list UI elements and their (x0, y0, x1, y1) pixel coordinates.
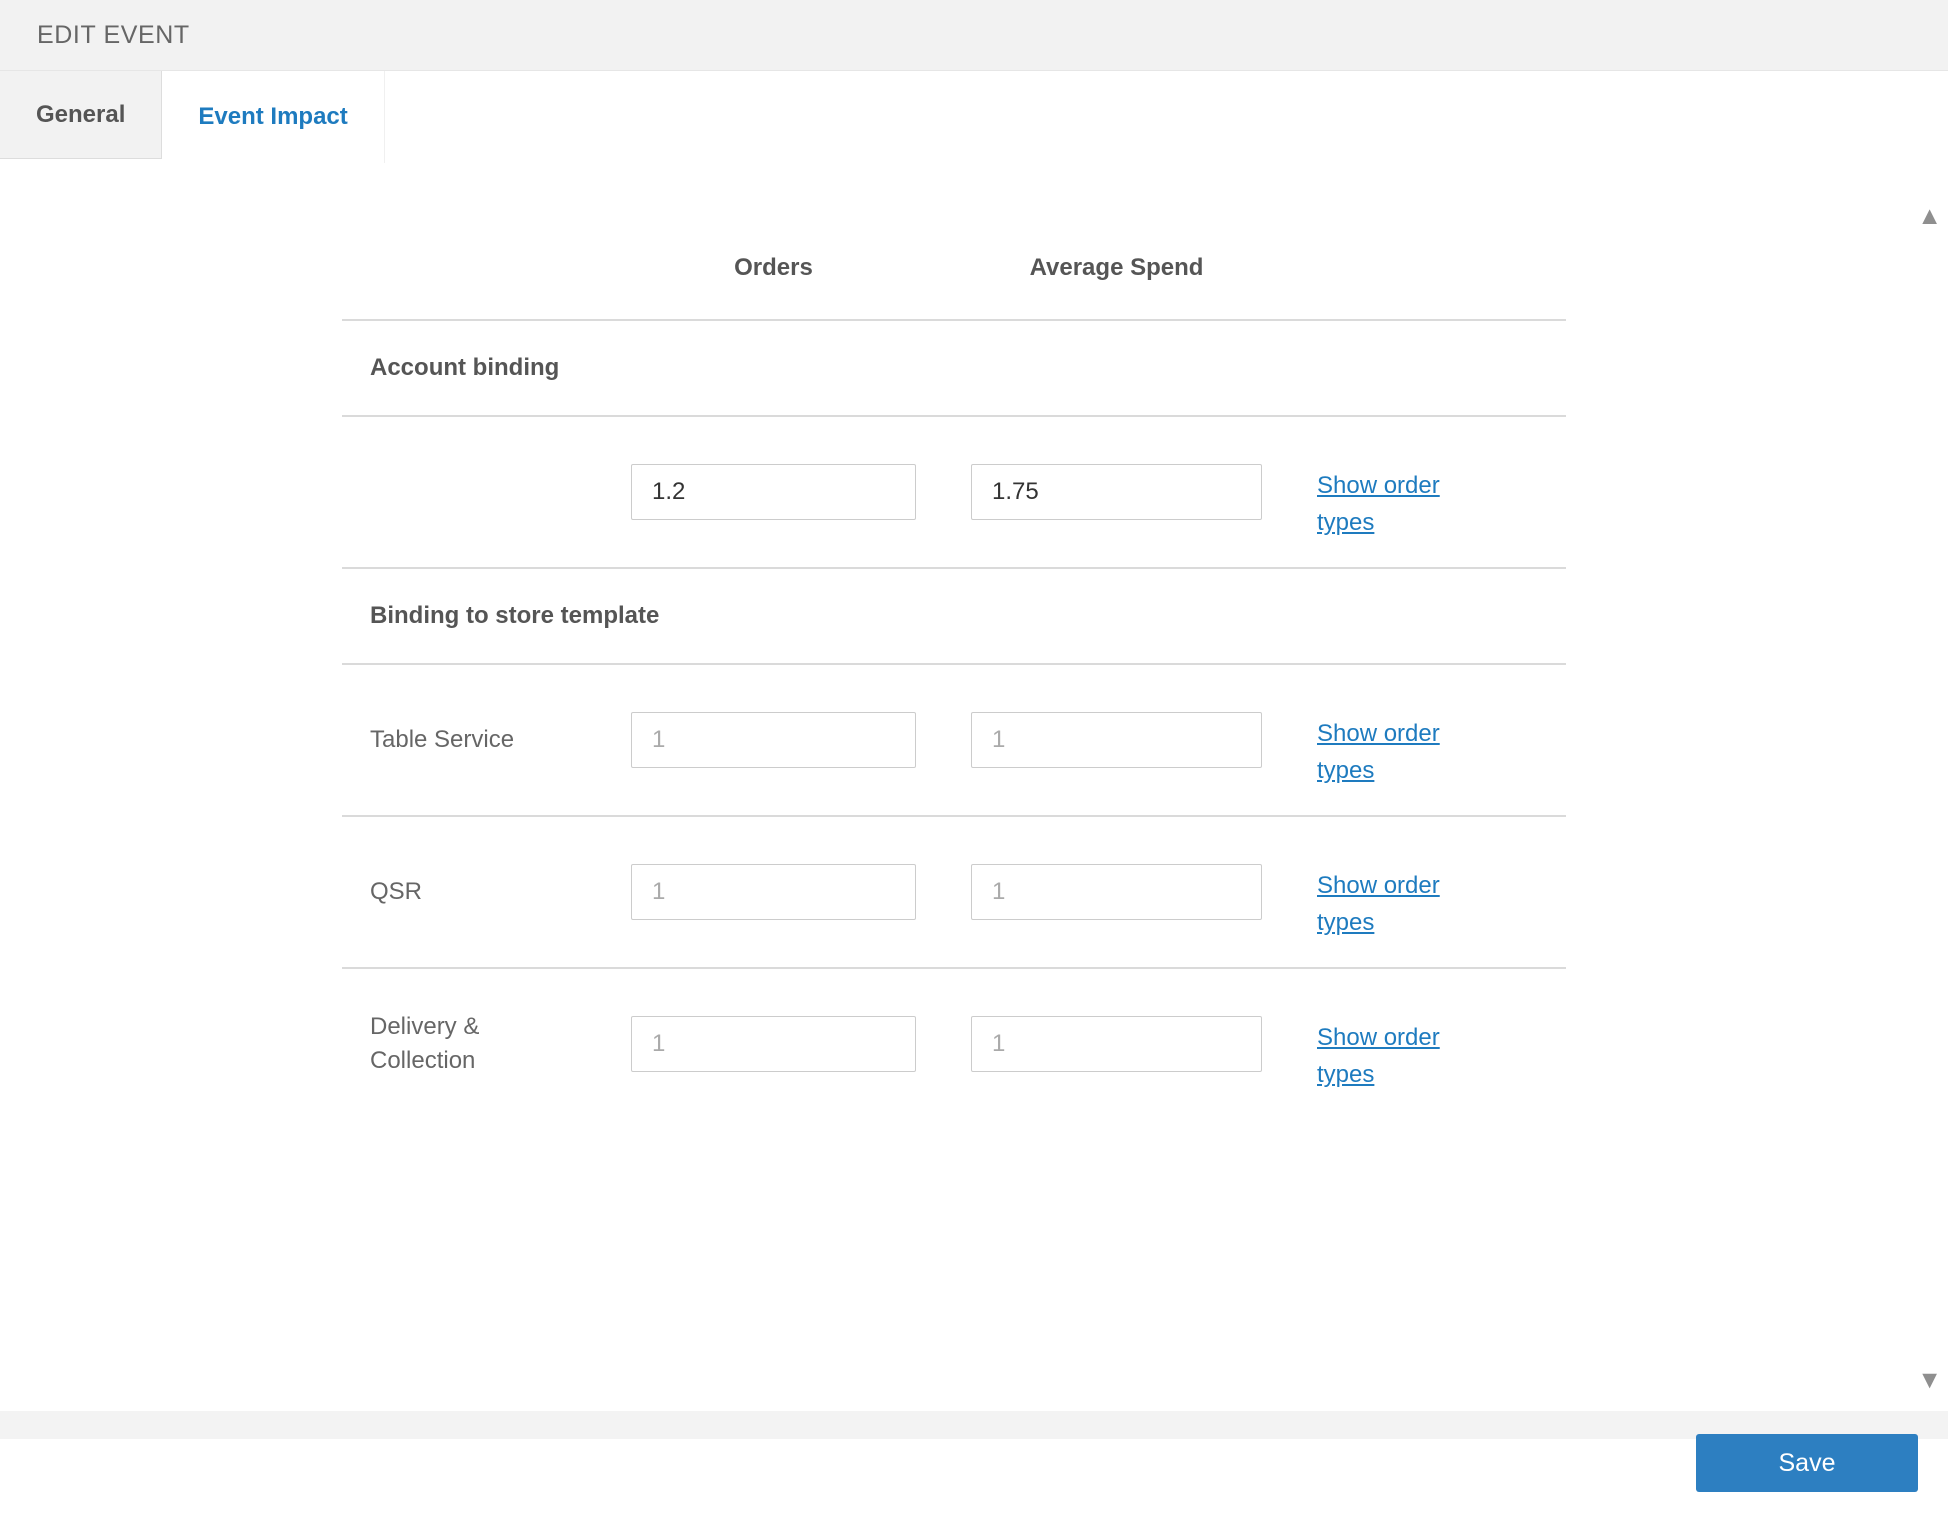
average-spend-column-header: Average Spend (1029, 254, 1204, 281)
average-spend-input[interactable] (971, 864, 1262, 920)
link-cell: Show order types (1317, 703, 1566, 784)
orders-column-header: Orders (734, 254, 813, 281)
edit-event-window: EDIT EVENT General Event Impact Orders A… (0, 0, 1948, 1492)
page-title: EDIT EVENT (37, 20, 190, 49)
footer-divider (0, 1411, 1948, 1439)
table-row: Delivery & Collection Show order types (342, 969, 1566, 1119)
orders-input[interactable] (631, 1016, 916, 1072)
average-spend-cell (971, 1016, 1262, 1072)
average-spend-cell (971, 864, 1262, 920)
row-label-qsr: QSR (370, 878, 423, 906)
link-cell: Show order types (1317, 1007, 1566, 1088)
section-title-account-binding: Account binding (370, 354, 560, 381)
orders-input[interactable] (631, 864, 916, 920)
link-cell: Show order types (1317, 455, 1566, 536)
orders-cell (631, 1016, 916, 1072)
tab-general[interactable]: General (0, 71, 163, 159)
orders-cell (631, 864, 916, 920)
section-title-binding-store-template: Binding to store template (370, 602, 660, 629)
scroll-down-icon[interactable]: ▼ (1917, 1368, 1942, 1393)
tab-event-impact[interactable]: Event Impact (162, 71, 385, 163)
orders-input[interactable] (631, 464, 916, 520)
show-order-types-link[interactable]: Show order types (1317, 715, 1463, 789)
orders-cell (631, 712, 916, 768)
average-spend-cell (971, 712, 1262, 768)
event-impact-panel: Orders Average Spend Account binding Sho… (342, 159, 1566, 1119)
average-spend-input[interactable] (971, 1016, 1262, 1072)
row-label-delivery-collection: Delivery & Collection (370, 1013, 480, 1074)
orders-cell (631, 464, 916, 520)
tab-bar: General Event Impact (0, 71, 1948, 163)
orders-input[interactable] (631, 712, 916, 768)
show-order-types-link[interactable]: Show order types (1317, 867, 1463, 941)
show-order-types-link[interactable]: Show order types (1317, 467, 1463, 541)
table-row: QSR Show order types (342, 817, 1566, 967)
row-label-table-service: Table Service (370, 726, 515, 754)
show-order-types-link[interactable]: Show order types (1317, 1019, 1463, 1093)
save-button[interactable]: Save (1696, 1434, 1918, 1492)
link-cell: Show order types (1317, 855, 1566, 936)
table-row: Table Service Show order types (342, 665, 1566, 815)
window-titlebar: EDIT EVENT (0, 0, 1948, 71)
table-row: Show order types (342, 417, 1566, 567)
average-spend-cell (971, 464, 1262, 520)
average-spend-input[interactable] (971, 464, 1262, 520)
scroll-up-icon[interactable]: ▲ (1917, 204, 1942, 229)
column-header-row: Orders Average Spend (342, 159, 1566, 319)
average-spend-input[interactable] (971, 712, 1262, 768)
